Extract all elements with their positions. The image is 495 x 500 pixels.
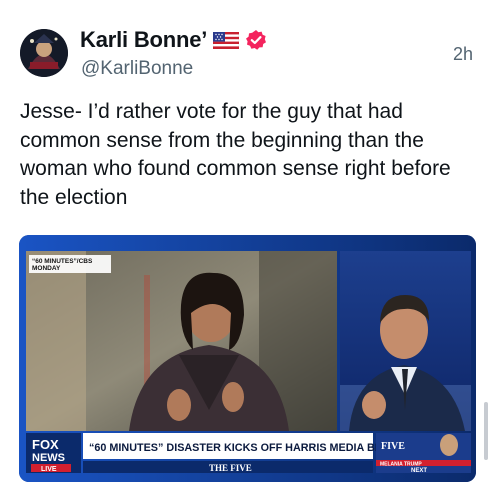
scrollbar-thumb[interactable] — [484, 402, 488, 460]
news-chyron: FOX NEWS LIVE “60 MINUTES” DISASTER KICK… — [26, 433, 471, 474]
show-tag-label: “60 MINUTES”/CBS — [32, 258, 93, 265]
author-handle[interactable]: @KarliBonne — [81, 58, 193, 80]
us-flag-icon — [212, 31, 240, 49]
host-panel — [340, 251, 471, 431]
interview-panel — [26, 251, 337, 431]
program-name: THE FIVE — [209, 463, 252, 473]
network-logo-top: FOX — [32, 437, 59, 452]
author-avatar[interactable] — [20, 29, 68, 77]
program-logo: FIVE — [381, 441, 405, 452]
next-guest: MELANIA TRUMP — [380, 462, 422, 468]
show-day-label: MONDAY — [32, 265, 61, 272]
verified-badge-icon — [245, 29, 267, 51]
show-tag: “60 MINUTES”/CBS MONDAY — [29, 255, 111, 273]
post-body-text: Jesse- I’d rather vote for the guy that … — [20, 100, 451, 209]
network-logo-bottom: NEWS — [32, 452, 65, 464]
post-card[interactable]: Karli Bonne’ @KarliBonne 2h Jesse- I’d r… — [0, 0, 495, 500]
post-timestamp[interactable]: 2h — [453, 44, 473, 65]
post-media-image[interactable]: “60 MINUTES”/CBS MONDAY FOX NEWS LIVE “6… — [19, 235, 476, 482]
author-display-name[interactable]: Karli Bonne’ — [80, 27, 207, 53]
live-label: LIVE — [41, 466, 57, 473]
chyron-headline: “60 MINUTES” DISASTER KICKS OFF HARRIS M… — [89, 442, 398, 454]
next-label: NEXT — [411, 468, 427, 474]
